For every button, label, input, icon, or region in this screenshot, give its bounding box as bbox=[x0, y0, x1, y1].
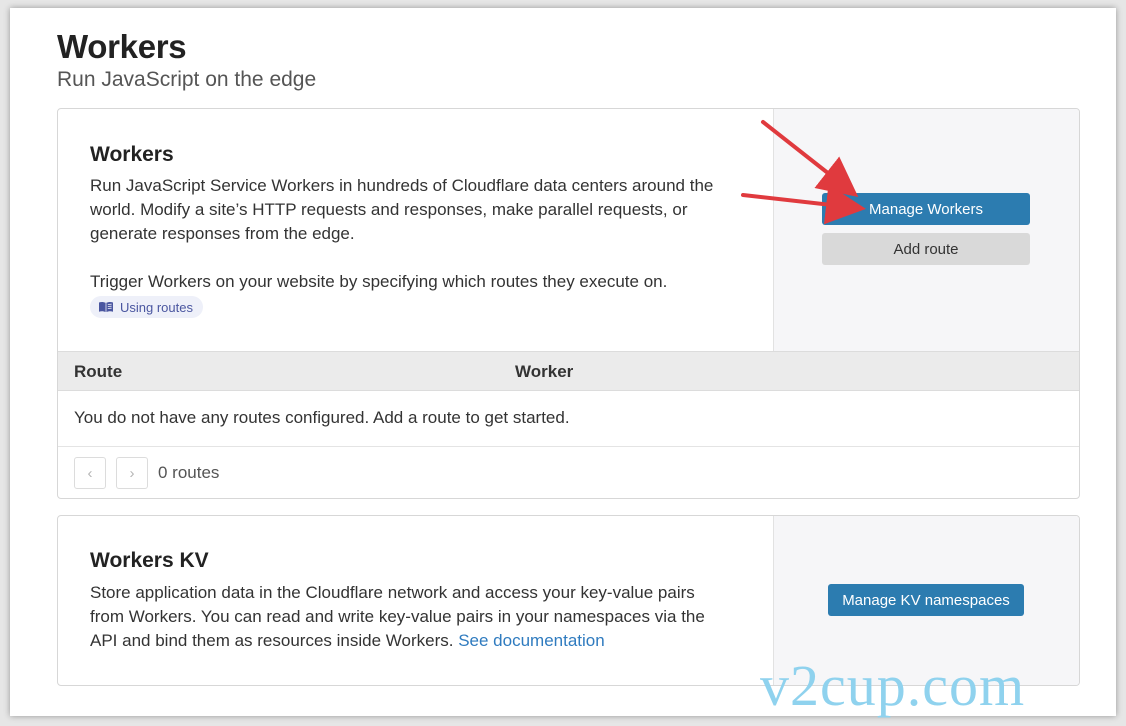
manage-kv-namespaces-button[interactable]: Manage KV namespaces bbox=[828, 584, 1024, 616]
routes-empty-message: You do not have any routes configured. A… bbox=[74, 408, 570, 427]
page-subtitle: Run JavaScript on the edge bbox=[57, 68, 317, 91]
column-worker: Worker bbox=[515, 362, 574, 381]
workers-section-title: Workers bbox=[90, 143, 174, 166]
chevron-right-icon[interactable]: › bbox=[116, 457, 148, 489]
routes-pager: ‹ › 0 routes bbox=[74, 457, 374, 491]
using-routes-label: Using routes bbox=[120, 299, 193, 315]
workers-description: Run JavaScript Service Workers in hundre… bbox=[90, 176, 714, 243]
using-routes-link[interactable]: Using routes bbox=[90, 296, 203, 318]
see-documentation-link[interactable]: See documentation bbox=[458, 631, 605, 650]
workers-card: Manage Workers Add route Workers Run Jav… bbox=[57, 108, 1080, 499]
column-route: Route bbox=[74, 362, 123, 381]
kv-description: Store application data in the Cloudflare… bbox=[90, 581, 730, 653]
chevron-left-icon[interactable]: ‹ bbox=[74, 457, 106, 489]
watermark: v2cup.com bbox=[760, 653, 1026, 718]
kv-section-title: Workers KV bbox=[90, 549, 209, 572]
routes-empty-row: You do not have any routes configured. A… bbox=[58, 391, 1079, 447]
page-title: Workers bbox=[57, 28, 187, 65]
route-count: 0 routes bbox=[158, 463, 220, 482]
book-icon bbox=[98, 301, 114, 313]
kv-description-text: Store application data in the Cloudflare… bbox=[90, 583, 705, 650]
add-route-button[interactable]: Add route bbox=[822, 233, 1030, 265]
workers-card-actions: Manage Workers Add route bbox=[773, 109, 1079, 351]
routes-table-header: Route Worker bbox=[58, 351, 1079, 391]
manage-workers-button[interactable]: Manage Workers bbox=[822, 193, 1030, 225]
workers-trigger-text: Trigger Workers on your website by speci… bbox=[90, 272, 668, 291]
